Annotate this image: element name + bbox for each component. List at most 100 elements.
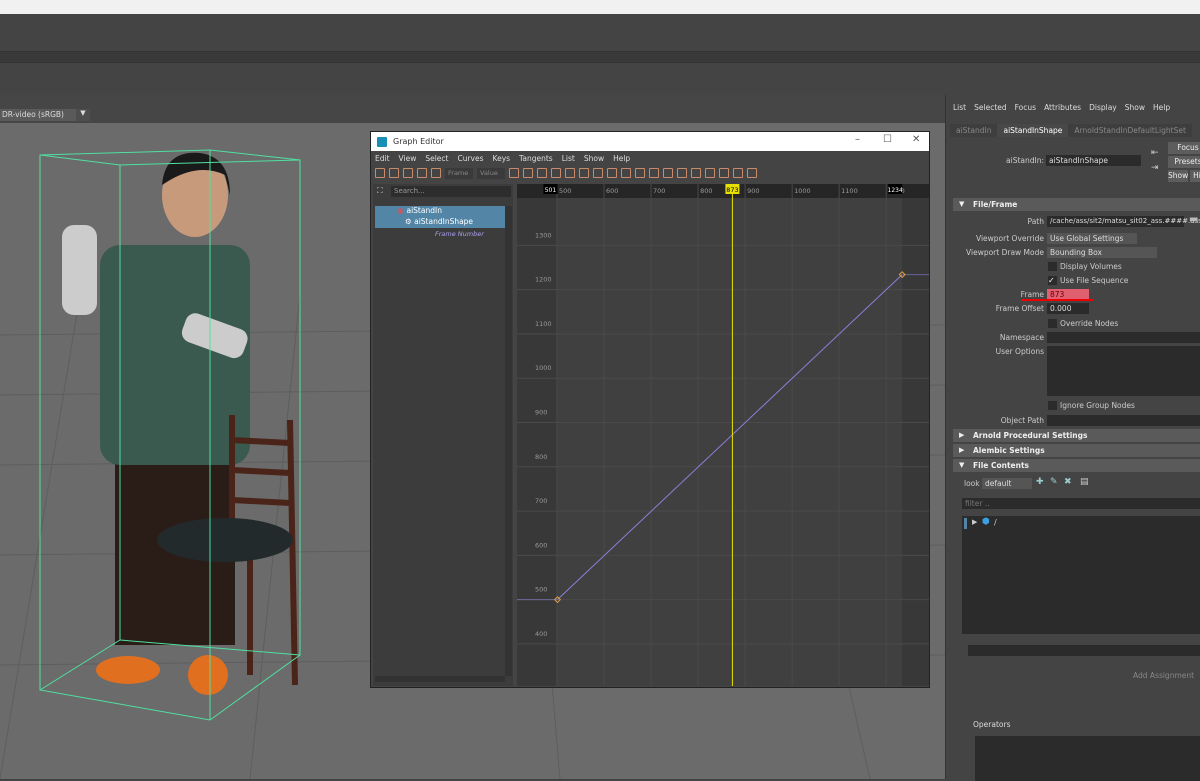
namespace-label: Namespace	[999, 333, 1044, 342]
frame-playback-icon[interactable]	[523, 168, 533, 178]
close-icon[interactable]: ✕	[912, 134, 920, 145]
user-options-textarea[interactable]	[1047, 346, 1200, 396]
outliner-item-frame-number[interactable]: Frame Number	[375, 230, 505, 241]
outliner-hscrollbar[interactable]	[375, 676, 505, 682]
menu-view[interactable]: View	[399, 154, 417, 163]
flat-tangent-icon[interactable]	[607, 168, 617, 178]
namespace-field[interactable]	[1047, 332, 1200, 343]
linear-tangent-icon[interactable]	[593, 168, 603, 178]
menu-show[interactable]: Show	[584, 154, 604, 163]
minimize-icon[interactable]: –	[855, 134, 860, 145]
edit-operator-icon[interactable]: ✎	[1050, 477, 1058, 487]
ae-menu-attributes[interactable]: Attributes	[1044, 103, 1081, 112]
menu-select[interactable]: Select	[425, 154, 448, 163]
frame-offset-field[interactable]: 0.000	[1047, 303, 1089, 314]
load-input-icon[interactable]: ⇤	[1151, 148, 1159, 158]
remove-operator-icon[interactable]: ✖	[1064, 477, 1072, 487]
region-tool-icon[interactable]	[417, 168, 427, 178]
tab-aistandinshape[interactable]: aiStandInShape	[997, 124, 1069, 137]
presets-button[interactable]: Presets	[1168, 156, 1200, 168]
spline-tangent-icon[interactable]	[565, 168, 575, 178]
lattice-tool-icon[interactable]	[403, 168, 413, 178]
outliner-scrollbar[interactable]	[505, 206, 512, 676]
expand-arrow-icon[interactable]: ▶	[972, 518, 977, 526]
auto-tangent-icon[interactable]	[551, 168, 561, 178]
clamped-tangent-icon[interactable]	[579, 168, 589, 178]
search-input[interactable]: Search...	[391, 186, 511, 197]
section-file-frame[interactable]: ▼ File/Frame	[953, 198, 1200, 211]
show-button[interactable]: Show	[1168, 170, 1188, 182]
red-underline-annotation	[1021, 299, 1093, 301]
plateau-tangent-icon[interactable]	[635, 168, 645, 178]
operators-list[interactable]	[975, 736, 1200, 781]
dope-sheet-icon[interactable]	[733, 168, 743, 178]
x-tick-label: 700	[653, 187, 665, 195]
move-key-tool-icon[interactable]	[375, 168, 385, 178]
save-icon[interactable]: ▤	[1080, 477, 1089, 487]
x-tick-label: 1000	[794, 187, 811, 195]
step-tangent-icon[interactable]	[621, 168, 631, 178]
ignore-group-nodes-checkbox[interactable]	[1048, 401, 1057, 410]
tree-root-label[interactable]: /	[994, 518, 997, 527]
ae-menu-display[interactable]: Display	[1089, 103, 1117, 112]
tab-aistandin[interactable]: aiStandIn	[950, 124, 998, 137]
hide-button[interactable]: Hi	[1190, 170, 1200, 182]
use-file-sequence-checkbox[interactable]: ✓	[1048, 276, 1057, 285]
focus-button[interactable]: Focus	[1168, 142, 1200, 154]
viewport-override-dropdown[interactable]: Use Global Settings	[1047, 233, 1137, 244]
folder-icon[interactable]: ▬	[1189, 214, 1198, 225]
menu-curves[interactable]: Curves	[457, 154, 483, 163]
ae-menu-help[interactable]: Help	[1153, 103, 1170, 112]
look-dropdown[interactable]: default	[982, 478, 1032, 489]
retime-tool-icon[interactable]	[431, 168, 441, 178]
assignment-field[interactable]	[968, 645, 1200, 656]
y-tick-label: 1300	[535, 231, 552, 239]
buffer-curve-icon[interactable]	[649, 168, 659, 178]
ae-menu-selected[interactable]: Selected	[974, 103, 1007, 112]
menu-help[interactable]: Help	[613, 154, 630, 163]
ae-menu-focus[interactable]: Focus	[1015, 103, 1036, 112]
denormalize-icon[interactable]	[719, 168, 729, 178]
swap-buffer-icon[interactable]	[663, 168, 673, 178]
graph-editor-window[interactable]: Graph Editor – ☐ ✕ Edit View Select Curv…	[370, 131, 930, 688]
section-arnold-procedural[interactable]: ▶ Arnold Procedural Settings	[953, 429, 1200, 442]
time-editor-icon[interactable]	[747, 168, 757, 178]
menu-list[interactable]: List	[562, 154, 575, 163]
graph-view[interactable]: 500 600 700 800 900 1000 1100 1200 400 500 600 700 8…	[517, 184, 929, 686]
filter-input[interactable]: filter ..	[962, 498, 1200, 509]
graph-editor-menubar: Edit View Select Curves Keys Tangents Li…	[371, 151, 929, 165]
toolbar-separator	[0, 52, 1200, 62]
menu-tangents[interactable]: Tangents	[519, 154, 553, 163]
menu-keys[interactable]: Keys	[493, 154, 511, 163]
frame-field[interactable]: Frame	[445, 167, 473, 179]
viewport-draw-mode-dropdown[interactable]: Bounding Box	[1047, 247, 1157, 258]
insert-key-tool-icon[interactable]	[389, 168, 399, 178]
ae-menu-list[interactable]: List	[953, 103, 966, 112]
ae-menu-show[interactable]: Show	[1125, 103, 1145, 112]
path-field[interactable]: /cache/ass/sit2/matsu_sit02_ass.####.ass	[1047, 216, 1200, 227]
object-path-field[interactable]	[1047, 415, 1200, 426]
center-current-time-icon[interactable]	[537, 168, 547, 178]
section-file-contents[interactable]: ▼ File Contents	[953, 459, 1200, 472]
override-nodes-checkbox[interactable]	[1048, 319, 1057, 328]
add-operator-icon[interactable]: ✚	[1036, 477, 1044, 487]
maximize-icon[interactable]: ☐	[883, 134, 892, 145]
section-title: Alembic Settings	[973, 446, 1045, 455]
file-contents-tree[interactable]: ▶ ⬢ /	[962, 516, 1200, 634]
normalize-icon[interactable]	[705, 168, 715, 178]
display-volumes-checkbox[interactable]	[1048, 262, 1057, 271]
value-field[interactable]: Value	[477, 167, 505, 179]
frame-all-icon[interactable]	[509, 168, 519, 178]
menu-edit[interactable]: Edit	[375, 154, 390, 163]
load-output-icon[interactable]: ⇥	[1151, 163, 1159, 173]
outliner-item-aistandinshape[interactable]: ⚙ aiStandInShape	[375, 217, 505, 228]
filter-icon[interactable]: ⛶	[377, 186, 383, 196]
break-tangents-icon[interactable]	[677, 168, 687, 178]
tab-lightset[interactable]: ArnoldStandInDefaultLightSet	[1068, 124, 1192, 137]
section-alembic[interactable]: ▶ Alembic Settings	[953, 444, 1200, 457]
add-assignment-button[interactable]: Add Assignment	[1133, 671, 1194, 680]
node-name-field[interactable]: aiStandInShape	[1046, 155, 1141, 166]
outliner-item-aistandin[interactable]: ▣ aiStandIn	[375, 206, 505, 217]
graph-editor-titlebar[interactable]: Graph Editor – ☐ ✕	[371, 132, 929, 151]
unify-tangents-icon[interactable]	[691, 168, 701, 178]
